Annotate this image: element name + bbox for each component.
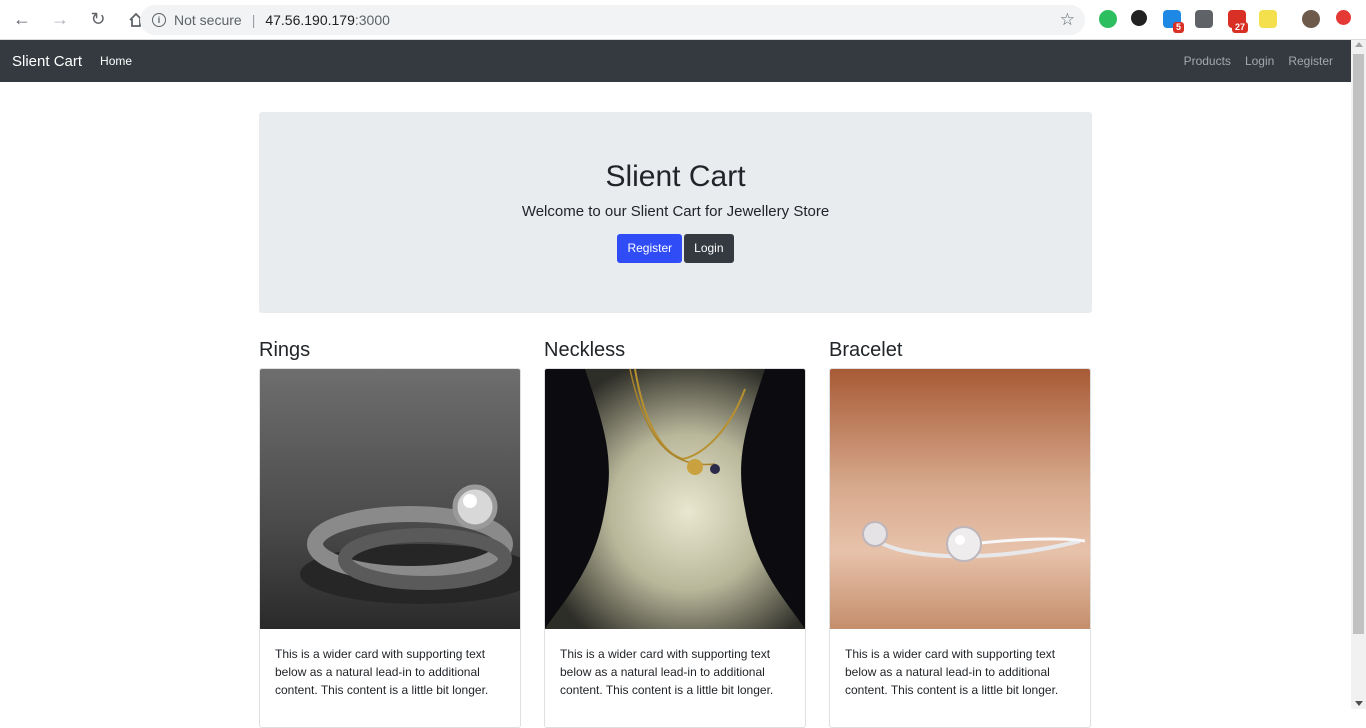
navbar-right-links: Products Login Register (1184, 40, 1333, 82)
card-text: This is a wider card with supporting tex… (845, 647, 1059, 697)
scroll-down-icon[interactable] (1355, 701, 1363, 706)
hero-title: Slient Cart (605, 160, 746, 193)
necklace-image[interactable] (545, 369, 805, 629)
site-navbar: Slient Cart Home Products Login Register (0, 40, 1351, 82)
bookmark-star-icon[interactable]: ☆ (1060, 10, 1075, 30)
category-card[interactable]: This is a wider card with supporting tex… (829, 368, 1091, 728)
scroll-up-icon[interactable] (1355, 42, 1363, 47)
highlighter-icon[interactable] (1259, 10, 1277, 28)
avatar[interactable] (1302, 10, 1320, 28)
page-scrollbar[interactable] (1351, 40, 1366, 709)
scrollbar-thumb[interactable] (1353, 54, 1364, 634)
hero-buttons: Register Login (259, 234, 1092, 263)
gnome-foot-icon[interactable] (1131, 10, 1147, 26)
navbar-brand[interactable]: Slient Cart (12, 53, 82, 70)
category-neckless: Neckless This is a wider card with suppo… (544, 338, 806, 728)
nav-register-link[interactable]: Register (1288, 54, 1333, 68)
card-text: This is a wider card with supporting tex… (560, 647, 774, 697)
category-title: Rings (259, 339, 311, 361)
hero-subtitle: Welcome to our Slient Cart for Jewellery… (521, 203, 830, 220)
evernote-icon[interactable] (1099, 10, 1117, 28)
keep-icon[interactable] (1195, 10, 1213, 28)
reload-icon[interactable]: ↻ (82, 4, 114, 36)
category-title: Neckless (544, 339, 626, 361)
address-separator: | (251, 12, 256, 28)
back-icon[interactable]: ← (6, 4, 38, 36)
nav-home-link[interactable]: Home (100, 54, 132, 68)
category-rings: Rings This is a wider card with supporti… (259, 338, 521, 728)
nav-login-link[interactable]: Login (1245, 54, 1274, 68)
browser-toolbar: ← → ↻ i Not secure | 47.56.190.179:3000 … (0, 0, 1366, 40)
category-card[interactable]: This is a wider card with supporting tex… (259, 368, 521, 728)
update-icon[interactable] (1336, 10, 1351, 25)
address-bar[interactable]: i Not secure | 47.56.190.179:3000 ☆ (140, 5, 1085, 35)
category-title: Bracelet (829, 339, 903, 361)
security-label: Not secure (174, 12, 242, 28)
forward-icon[interactable]: → (44, 4, 76, 36)
todo-badge: 5 (1173, 22, 1185, 33)
rings-image[interactable] (260, 369, 520, 629)
url-host: 47.56.190.179 (265, 12, 355, 28)
url-port: :3000 (354, 12, 390, 28)
jumbotron: Slient Cart Welcome to our Slient Cart f… (259, 112, 1092, 313)
login-button[interactable]: Login (684, 234, 734, 263)
category-bracelet: Bracelet This is a wider card with suppo… (829, 338, 1091, 728)
register-button[interactable]: Register (617, 234, 683, 263)
nav-products-link[interactable]: Products (1184, 54, 1231, 68)
card-text: This is a wider card with supporting tex… (275, 647, 489, 697)
mail-badge: 27 (1232, 22, 1249, 33)
bracelet-image[interactable] (830, 369, 1090, 629)
category-card[interactable]: This is a wider card with supporting tex… (544, 368, 806, 728)
info-icon[interactable]: i (152, 13, 166, 27)
